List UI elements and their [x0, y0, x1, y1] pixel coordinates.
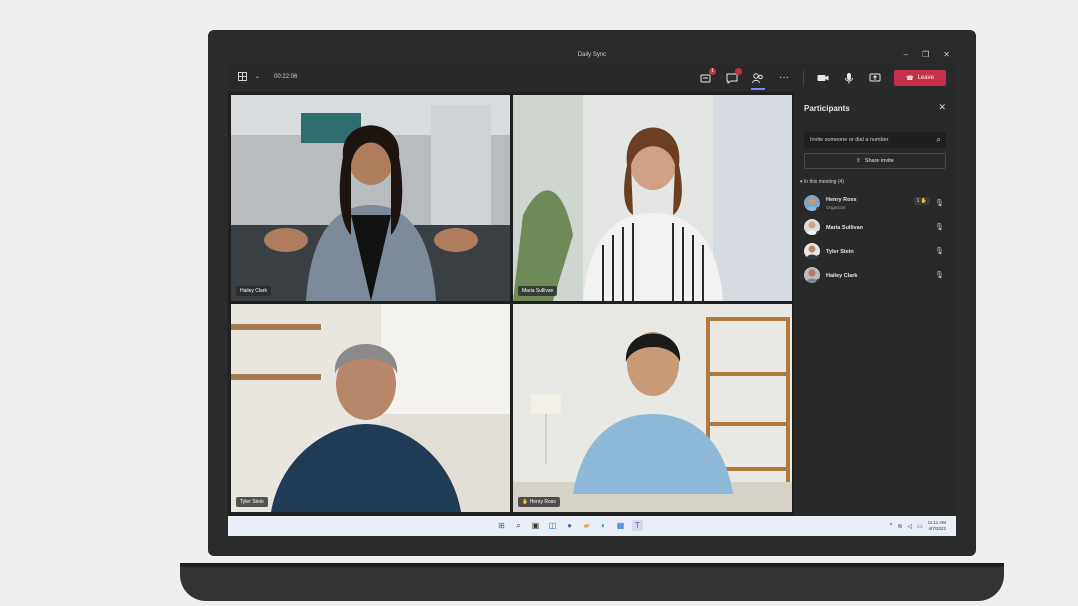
close-window-button[interactable]: ✕ — [943, 50, 950, 59]
participant-name: Henry Ross — [826, 197, 857, 203]
edge-icon[interactable]: ◐ — [598, 520, 609, 531]
participant-row[interactable]: Henry Ross Organizer 1 ✋ 🎙 — [804, 193, 946, 213]
video-tile[interactable]: ✋ Henry Ross — [513, 304, 792, 512]
microphone-icon: 🎙 — [935, 248, 944, 255]
more-options-icon[interactable]: ··· — [777, 71, 791, 85]
teams-icon[interactable]: T — [632, 520, 643, 531]
invite-search-input[interactable]: Invite someone or dial a number ⌕ — [804, 132, 946, 148]
microphone-icon: 🎙 — [935, 272, 944, 279]
laptop-base — [180, 563, 1004, 601]
minimize-button[interactable]: – — [904, 50, 908, 59]
chat-app-icon[interactable]: ● — [564, 520, 575, 531]
video-tile[interactable]: Tyler Stein — [231, 304, 510, 512]
layout-grid-icon[interactable] — [238, 72, 247, 81]
volume-icon[interactable]: ◁ — [907, 523, 912, 530]
avatar — [804, 195, 820, 211]
participant-row[interactable]: Tyler Stein 🎙 — [804, 241, 946, 261]
presence-indicator — [816, 255, 820, 259]
share-icon: ⇪ — [856, 158, 861, 164]
taskbar: ⊞ ⌕ ▣ ◫ ● ▰ ◐ ▦ T ^ ≋ ◁ ▭ 11:11 AM 4/7/2… — [228, 516, 956, 536]
presence-indicator — [816, 207, 820, 211]
clock-date: 4/7/2022 — [928, 526, 946, 531]
notification-badge: 1 — [709, 68, 716, 75]
phone-hangup-icon: ☎ — [906, 75, 914, 82]
chevron-down-icon: ▾ — [800, 179, 803, 185]
wifi-icon[interactable]: ≋ — [897, 523, 902, 530]
panel-title: Participants — [804, 104, 850, 113]
tile-name-label: ✋ Henry Ross — [518, 497, 560, 507]
taskbar-apps: ⊞ ⌕ ▣ ◫ ● ▰ ◐ ▦ T — [496, 520, 643, 531]
maximize-button[interactable]: ❐ — [922, 50, 929, 59]
screen: Daily Sync – ❐ ✕ ⌄ 00:22:06 1 ··· ☎ Leav… — [228, 48, 956, 536]
participant-row[interactable]: Maria Sullivan 🎙 — [804, 217, 946, 237]
share-screen-icon[interactable] — [868, 71, 882, 85]
close-icon[interactable]: ✕ — [938, 102, 946, 113]
raised-hand-badge: 1 ✋ — [913, 197, 930, 205]
window-title-bar: Daily Sync – ❐ ✕ — [228, 48, 956, 64]
task-view-icon[interactable]: ▣ — [530, 520, 541, 531]
avatar — [804, 219, 820, 235]
participant-row[interactable]: Hailey Clark 🎙 — [804, 265, 946, 285]
store-icon[interactable]: ▦ — [615, 520, 626, 531]
participant-video-tyler — [231, 304, 510, 512]
leave-button[interactable]: ☎ Leave — [894, 70, 946, 86]
file-explorer-icon[interactable]: ▰ — [581, 520, 592, 531]
video-tile[interactable]: Hailey Clark — [231, 95, 510, 301]
chevron-up-icon[interactable]: ^ — [889, 523, 892, 529]
tile-name-label: Tyler Stein — [236, 497, 268, 507]
battery-icon[interactable]: ▭ — [917, 523, 923, 530]
raised-hand-icon: ✋ — [920, 198, 927, 204]
people-notification-icon[interactable]: 1 — [699, 68, 716, 85]
participant-video-henry — [513, 304, 792, 512]
hand-count: 1 — [916, 198, 920, 204]
participant-video-maria — [513, 95, 792, 301]
participants-panel: Participants ✕ Invite someone or dial a … — [794, 92, 956, 516]
in-meeting-label: In this meeting (4) — [803, 179, 844, 185]
meeting-timer: 00:22:06 — [274, 73, 298, 80]
share-invite-button[interactable]: ⇪ Share invite — [804, 153, 946, 169]
avatar — [804, 267, 820, 283]
microphone-icon[interactable] — [842, 71, 856, 85]
meeting-toolbar: ⌄ 00:22:06 1 ··· ☎ Leave — [228, 64, 956, 92]
chat-badge — [735, 68, 742, 75]
chevron-down-icon[interactable]: ⌄ — [255, 73, 260, 80]
tile-name-label: Hailey Clark — [236, 286, 271, 296]
chat-icon[interactable] — [725, 68, 742, 85]
window-controls: – ❐ ✕ — [904, 50, 950, 59]
clock[interactable]: 11:11 AM 4/7/2022 — [928, 520, 946, 532]
participant-name: Hailey Clark — [826, 273, 858, 279]
toolbar-separator — [803, 70, 804, 86]
presence-indicator — [816, 279, 820, 283]
share-invite-label: Share invite — [864, 158, 894, 164]
in-meeting-section-header[interactable]: ▾ In this meeting (4) — [800, 179, 844, 185]
avatar — [804, 243, 820, 259]
search-icon[interactable]: ⌕ — [513, 520, 524, 531]
microphone-icon: 🎙 — [935, 224, 944, 231]
search-icon[interactable]: ⌕ — [937, 135, 941, 145]
microphone-icon: 🎙 — [935, 200, 944, 207]
start-icon[interactable]: ⊞ — [496, 520, 507, 531]
leave-label: Leave — [917, 75, 934, 81]
system-tray: ^ ≋ ◁ ▭ 11:11 AM 4/7/2022 — [889, 520, 946, 532]
participant-role: Organizer — [826, 205, 846, 210]
participant-video-hailey — [231, 95, 510, 301]
video-tile[interactable]: Maria Sullivan — [513, 95, 792, 301]
participant-name: Tyler Stein — [826, 249, 854, 255]
participant-name: Maria Sullivan — [826, 225, 863, 231]
widgets-icon[interactable]: ◫ — [547, 520, 558, 531]
raised-hand-icon: ✋ — [522, 499, 529, 505]
window-title: Daily Sync — [577, 52, 607, 58]
presence-indicator — [816, 231, 820, 235]
tile-name-label: Maria Sullivan — [518, 286, 558, 296]
tile-name-text: Henry Ross — [529, 499, 556, 505]
participants-icon[interactable] — [751, 71, 765, 90]
invite-placeholder: Invite someone or dial a number — [810, 137, 889, 143]
camera-icon[interactable] — [816, 71, 830, 85]
